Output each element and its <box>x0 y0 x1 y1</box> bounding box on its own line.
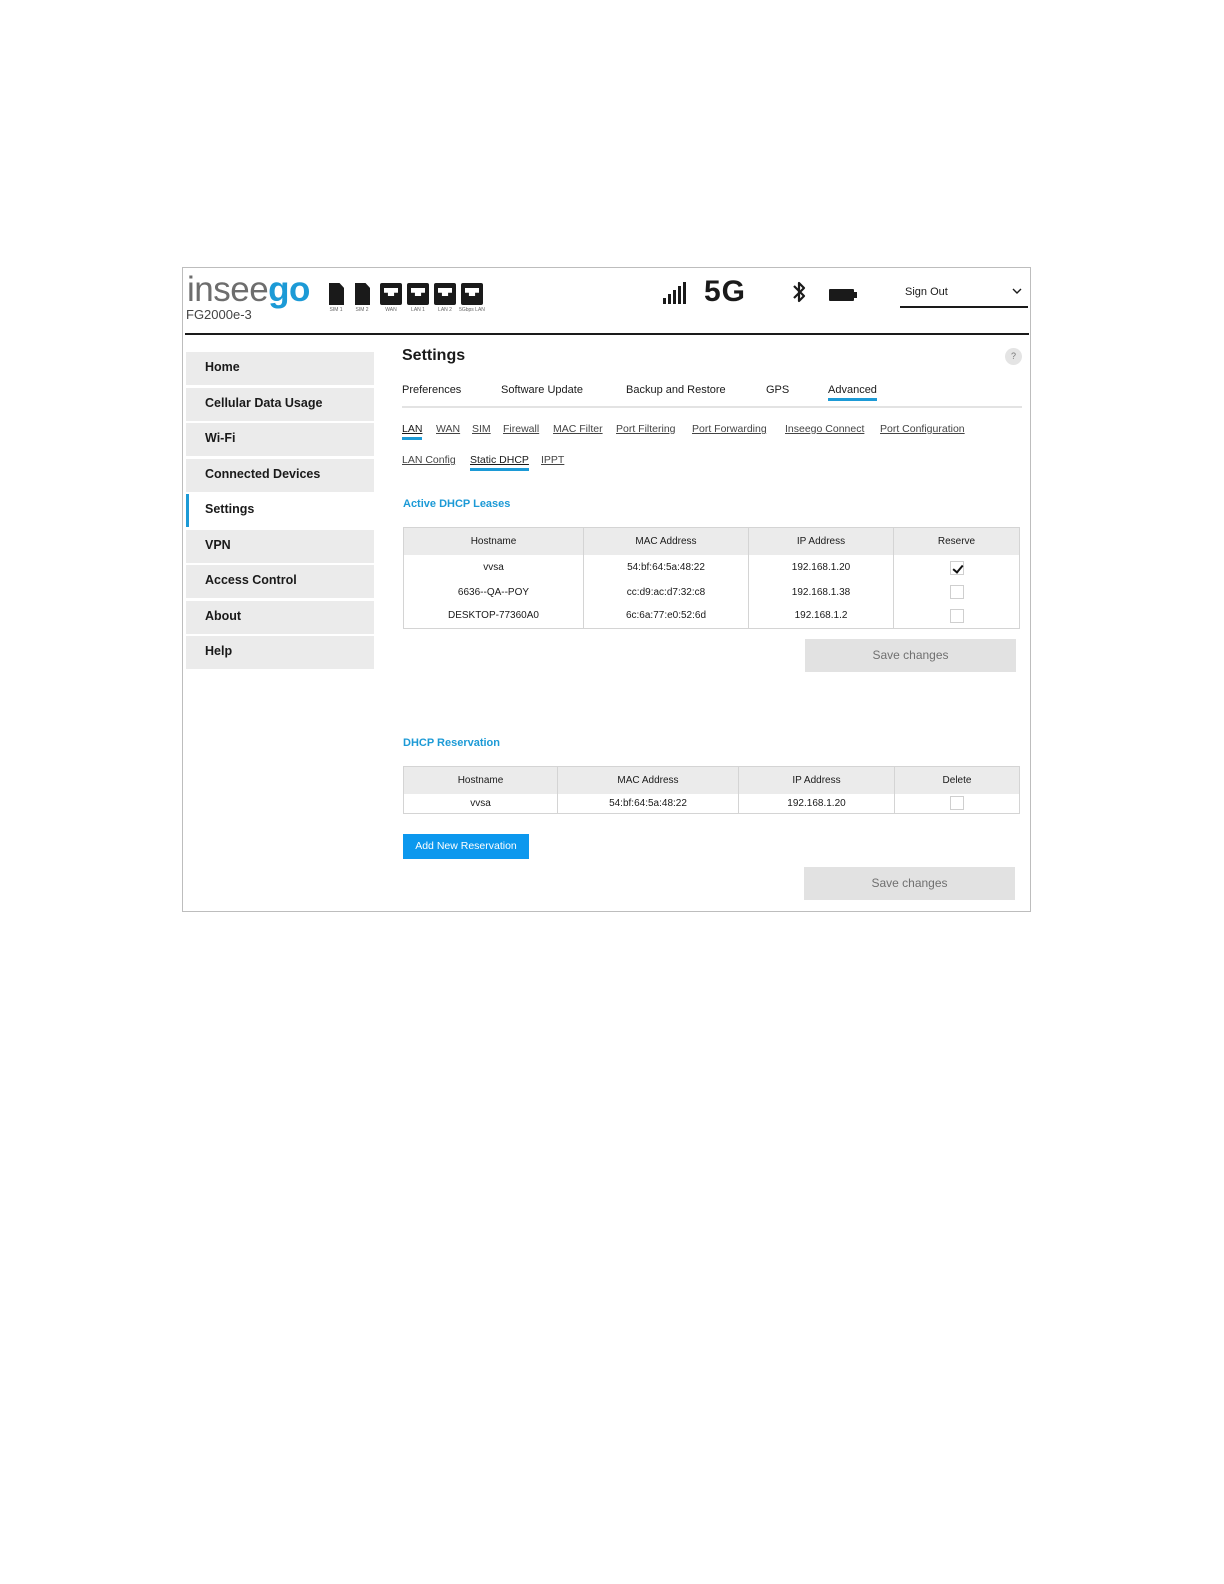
column-header-mac-address: MAC Address <box>583 527 749 555</box>
sidebar-item-wifi[interactable]: Wi-Fi <box>186 423 374 456</box>
mac-address-cell: 54:bf:64:5a:48:22 <box>557 794 739 813</box>
bluetooth-icon <box>791 280 807 310</box>
sidebar-item-cellular-data-usage[interactable]: Cellular Data Usage <box>186 387 374 421</box>
mac-address-cell: 6c:6a:77:e0:52:6d <box>583 604 749 628</box>
subnav-inseego-connect[interactable]: Inseego Connect <box>785 423 864 435</box>
delete-checkbox[interactable] <box>950 796 964 811</box>
ethernet-port-icon <box>380 283 402 305</box>
sidebar-nav: Home Cellular Data Usage Wi-Fi Connected… <box>186 352 374 672</box>
page-title: Settings <box>402 347 466 364</box>
ip-address-cell: 192.168.1.20 <box>748 555 894 580</box>
hostname-cell: DESKTOP-77360A0 <box>403 604 584 628</box>
reserve-cell <box>893 555 1020 580</box>
dhcp-reservation-table: Hostname MAC Address IP Address Delete v… <box>403 766 1020 814</box>
mac-address-cell: cc:d9:ac:d7:32:c8 <box>583 580 749 604</box>
account-menu-select[interactable]: Sign Out <box>900 279 1028 308</box>
battery-icon <box>829 289 857 301</box>
reserve-cell <box>893 604 1020 628</box>
settings-tabs: Preferences Software Update Backup and R… <box>402 381 1022 408</box>
sim-card-icon <box>329 283 344 305</box>
header-divider <box>185 333 1029 335</box>
tab-preferences[interactable]: Preferences <box>402 384 461 396</box>
ethernet-port-icon <box>407 283 429 305</box>
reserve-cell <box>893 580 1020 604</box>
table-row: vvsa 54:bf:64:5a:48:22 192.168.1.20 <box>403 794 1020 813</box>
mac-address-cell: 54:bf:64:5a:48:22 <box>583 555 749 580</box>
active-leases-title: Active DHCP Leases <box>403 498 511 510</box>
table-row: 6636--QA--POY cc:d9:ac:d7:32:c8 192.168.… <box>403 580 1020 604</box>
sim-card-icon <box>355 283 370 305</box>
reserve-checkbox[interactable] <box>949 585 964 599</box>
network-type-label: 5G <box>704 275 747 308</box>
signal-bars-icon <box>663 282 689 304</box>
tab-software-update[interactable]: Software Update <box>501 384 583 396</box>
column-header-ip-address: IP Address <box>738 766 895 794</box>
subnav-lan-config[interactable]: LAN Config <box>402 454 456 466</box>
tab-advanced[interactable]: Advanced <box>828 384 877 401</box>
brand-logo: inseego <box>187 270 310 310</box>
sidebar-item-vpn[interactable]: VPN <box>186 529 374 563</box>
sidebar-item-connected-devices[interactable]: Connected Devices <box>186 458 374 492</box>
reserve-checkbox[interactable] <box>949 608 964 623</box>
reserve-checkbox[interactable] <box>949 560 964 575</box>
dhcp-reservation-title: DHCP Reservation <box>403 737 500 749</box>
column-header-ip-address: IP Address <box>748 527 894 555</box>
router-admin-window: inseego FG2000e-3 SIM 1 SIM 2 WAN LAN 1 … <box>182 267 1031 912</box>
ethernet-port-icon <box>461 283 483 305</box>
ip-address-cell: 192.168.1.20 <box>738 794 895 813</box>
sidebar-item-access-control[interactable]: Access Control <box>186 565 374 598</box>
brand-logo-part2: go <box>268 270 310 309</box>
subnav-firewall[interactable]: Firewall <box>503 423 539 435</box>
subnav-port-forwarding[interactable]: Port Forwarding <box>692 423 767 435</box>
ethernet-port-icon <box>434 283 456 305</box>
subnav-ippt[interactable]: IPPT <box>541 454 564 466</box>
hostname-cell: 6636--QA--POY <box>403 580 584 604</box>
delete-cell <box>894 794 1020 813</box>
column-header-reserve: Reserve <box>893 527 1020 555</box>
subnav-wan[interactable]: WAN <box>436 423 460 435</box>
save-reservations-button[interactable]: Save changes <box>804 867 1015 900</box>
table-row: DESKTOP-77360A0 6c:6a:77:e0:52:6d 192.16… <box>403 604 1020 628</box>
sidebar-item-home[interactable]: Home <box>186 352 374 385</box>
tab-backup-and-restore[interactable]: Backup and Restore <box>626 384 726 396</box>
port-label: 5Gbps LAN <box>459 307 485 313</box>
tab-gps[interactable]: GPS <box>766 384 789 396</box>
subnav-static-dhcp[interactable]: Static DHCP <box>470 454 529 471</box>
subnav-port-filtering[interactable]: Port Filtering <box>616 423 676 435</box>
subnav-port-configuration[interactable]: Port Configuration <box>880 423 965 435</box>
sidebar-item-help[interactable]: Help <box>186 636 374 669</box>
subnav-lan[interactable]: LAN <box>402 423 423 440</box>
add-new-reservation-button[interactable]: Add New Reservation <box>403 834 529 859</box>
ip-address-cell: 192.168.1.38 <box>748 580 894 604</box>
subnav-sim[interactable]: SIM <box>472 423 491 435</box>
column-header-delete: Delete <box>894 766 1020 794</box>
column-header-hostname: Hostname <box>403 527 584 555</box>
column-header-mac-address: MAC Address <box>557 766 739 794</box>
help-icon[interactable]: ? <box>1005 348 1022 365</box>
sidebar-item-settings[interactable]: Settings <box>186 494 374 527</box>
table-row: vvsa 54:bf:64:5a:48:22 192.168.1.20 <box>403 555 1020 580</box>
chevron-down-icon <box>1012 288 1022 294</box>
device-model: FG2000e-3 <box>186 307 252 322</box>
hostname-cell: vvsa <box>403 555 584 580</box>
sidebar-item-about[interactable]: About <box>186 600 374 634</box>
column-header-hostname: Hostname <box>403 766 558 794</box>
brand-logo-part1: insee <box>187 270 269 309</box>
active-leases-table: Hostname MAC Address IP Address Reserve … <box>403 527 1020 629</box>
hostname-cell: vvsa <box>403 794 558 813</box>
subnav-mac-filter[interactable]: MAC Filter <box>553 423 603 435</box>
account-menu-selected: Sign Out <box>905 286 948 298</box>
save-leases-button[interactable]: Save changes <box>805 639 1016 672</box>
ip-address-cell: 192.168.1.2 <box>748 604 894 628</box>
